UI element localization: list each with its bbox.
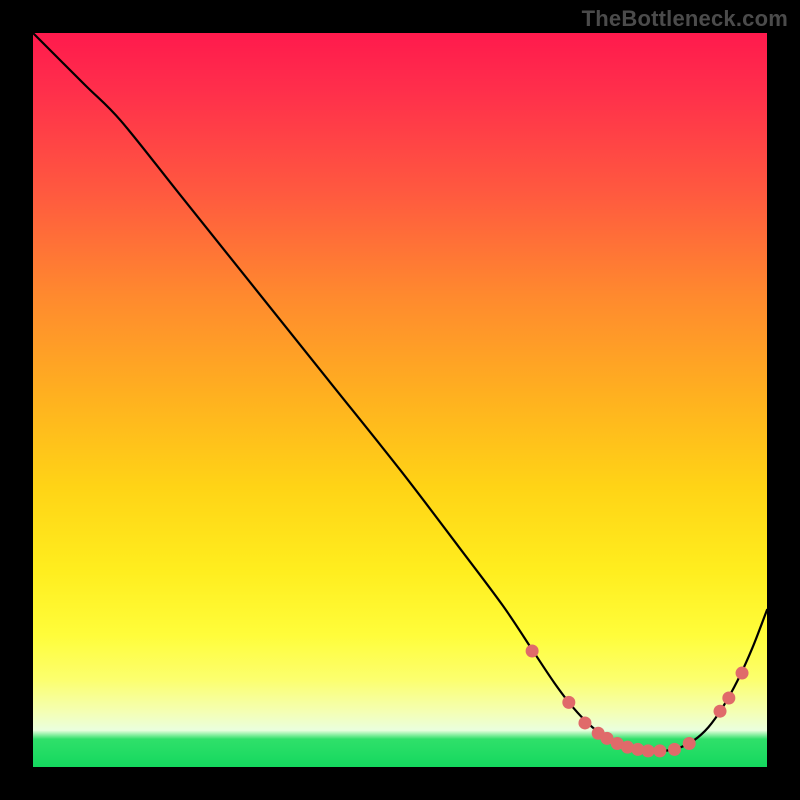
watermark-text: TheBottleneck.com [582, 6, 788, 32]
data-point [578, 716, 591, 729]
data-point [668, 743, 681, 756]
data-points [526, 645, 749, 758]
plot-area [33, 33, 767, 767]
chart-frame: TheBottleneck.com [0, 0, 800, 800]
data-point [526, 645, 539, 658]
data-point [722, 692, 735, 705]
data-point [714, 705, 727, 718]
data-point [562, 696, 575, 709]
data-point [683, 737, 696, 750]
data-point [736, 667, 749, 680]
data-point [653, 744, 666, 757]
curve-svg [33, 33, 767, 767]
bottleneck-curve [33, 33, 767, 751]
data-point [642, 744, 655, 757]
